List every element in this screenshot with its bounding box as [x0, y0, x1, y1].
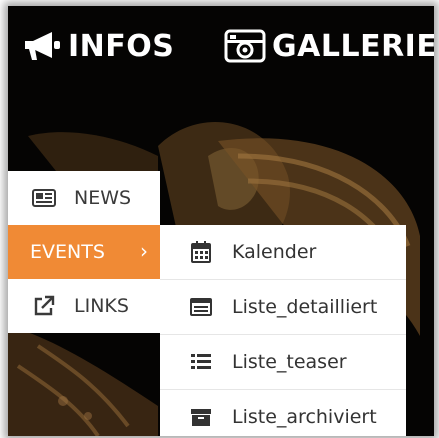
camera-icon — [224, 29, 266, 63]
submenu-item-liste-detailliert[interactable]: Liste_detailliert — [160, 280, 406, 335]
chevron-right-icon: › — [140, 239, 148, 263]
calendar-icon — [190, 241, 212, 263]
screenshot-frame: INFOS GALLERIE NEWS EVENTS › LINKS Kalen… — [8, 6, 434, 436]
submenu-item-kalender[interactable]: Kalender — [160, 225, 406, 280]
submenu-item-liste-archiviert[interactable]: Liste_archiviert — [160, 390, 406, 436]
nav-item-gallerie[interactable]: GALLERIE — [224, 26, 434, 66]
events-submenu: Kalender Liste_detailliert Liste_teaser … — [160, 225, 406, 436]
archive-icon — [190, 408, 212, 426]
menu-label-links: LINKS — [74, 295, 129, 317]
submenu-label-liste-detailliert: Liste_detailliert — [232, 296, 378, 318]
list-icon — [190, 353, 212, 371]
top-navigation: INFOS GALLERIE — [8, 6, 434, 92]
dropdown-menu: NEWS EVENTS › LINKS — [8, 171, 160, 333]
submenu-label-kalender: Kalender — [232, 241, 317, 263]
menu-item-news[interactable]: NEWS — [8, 171, 160, 225]
menu-item-links[interactable]: LINKS — [8, 279, 160, 333]
submenu-item-liste-teaser[interactable]: Liste_teaser — [160, 335, 406, 390]
nav-label-infos: INFOS — [68, 28, 175, 64]
menu-item-events[interactable]: EVENTS › — [8, 225, 160, 279]
megaphone-icon — [25, 32, 60, 60]
newspaper-icon — [30, 189, 58, 207]
submenu-label-liste-teaser: Liste_teaser — [232, 351, 347, 373]
nav-item-infos[interactable]: INFOS — [22, 26, 174, 66]
external-link-icon — [30, 295, 58, 317]
list-detail-icon — [190, 298, 212, 316]
nav-label-gallerie: GALLERIE — [272, 28, 434, 64]
submenu-label-liste-archiviert: Liste_archiviert — [232, 406, 377, 428]
menu-label-events: EVENTS — [30, 241, 105, 263]
menu-label-news: NEWS — [74, 187, 132, 209]
